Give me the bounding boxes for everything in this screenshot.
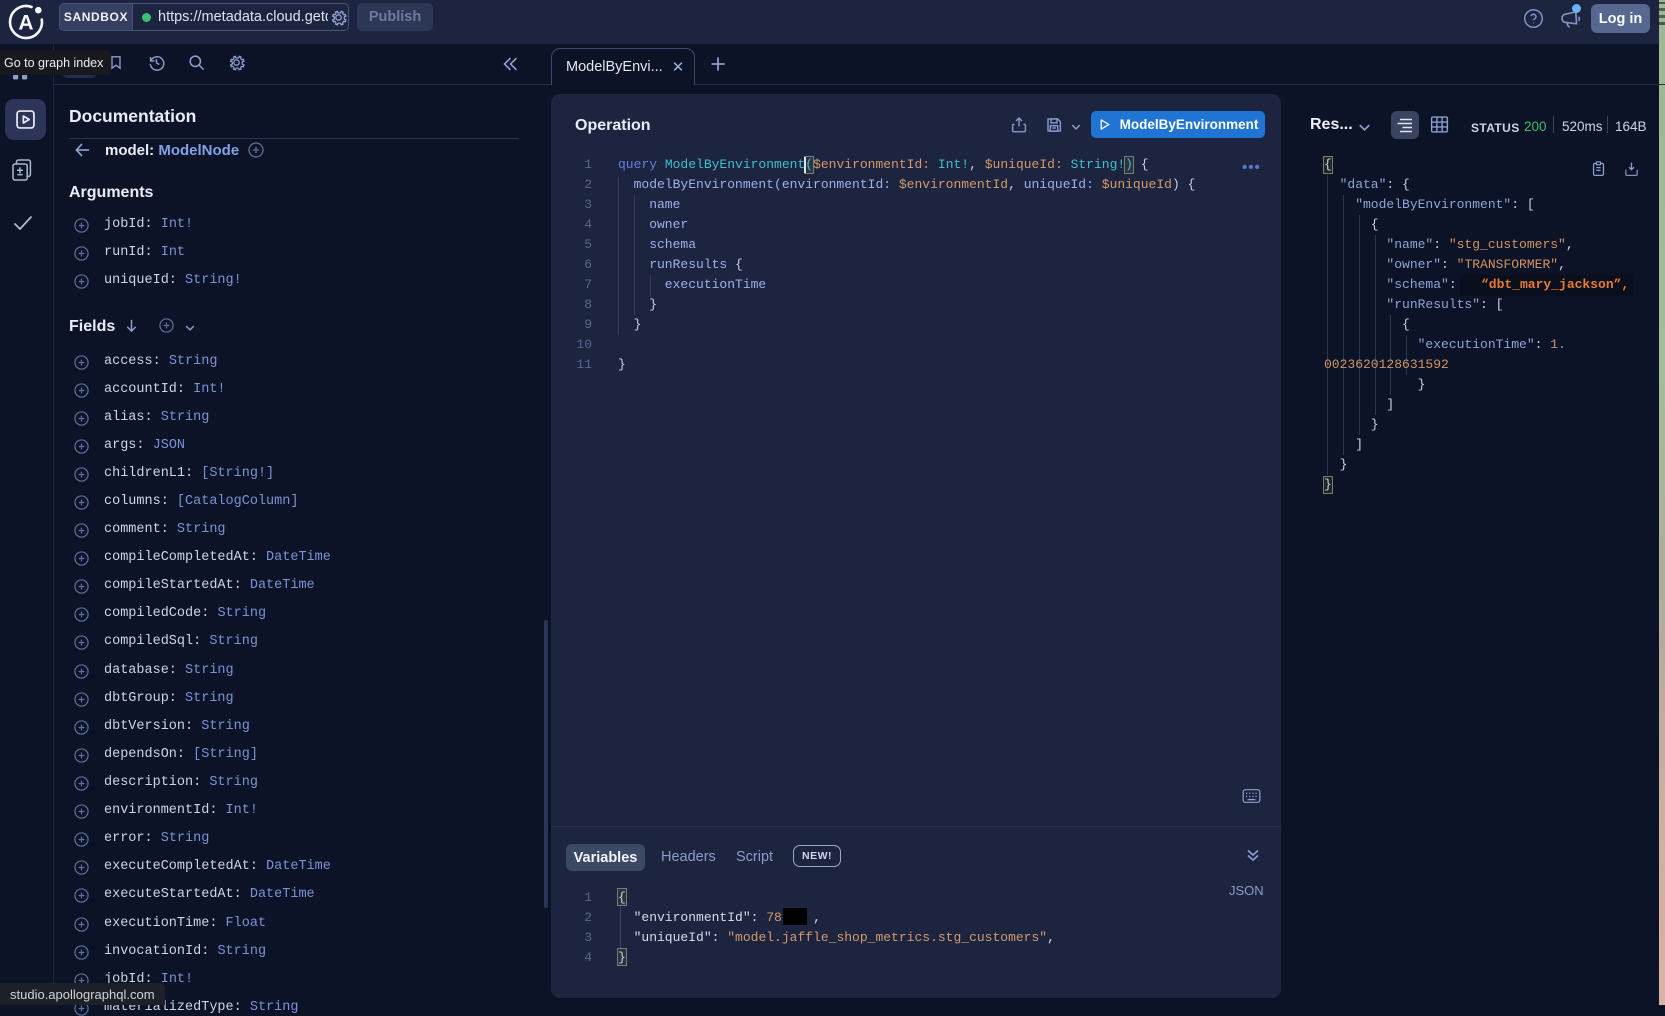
svg-text:A: A bbox=[18, 12, 33, 35]
